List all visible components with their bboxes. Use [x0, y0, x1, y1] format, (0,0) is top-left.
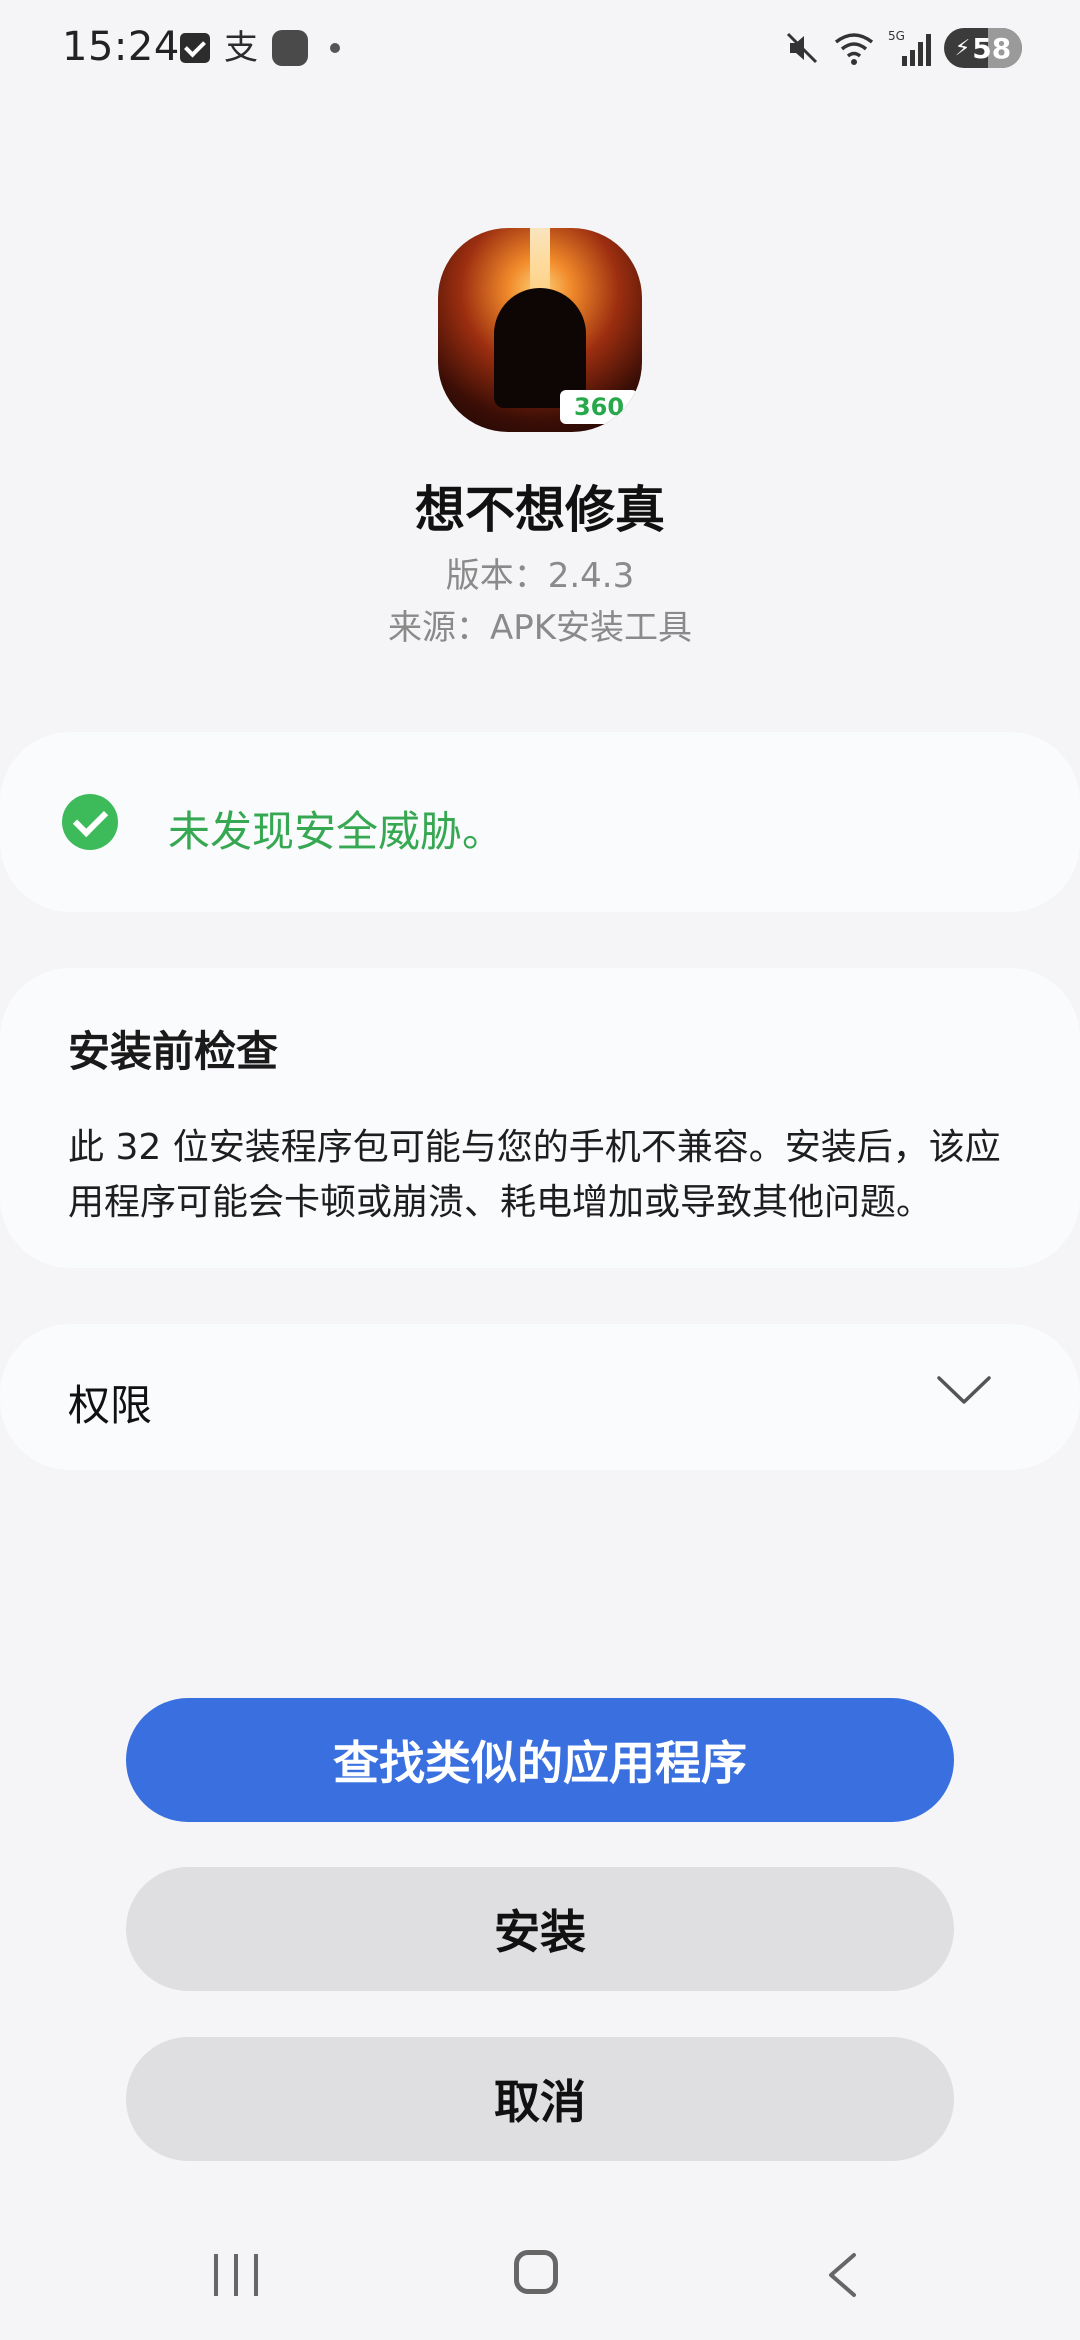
notification-icons: 支	[180, 30, 340, 66]
back-icon[interactable]	[826, 2252, 858, 2298]
permissions-label: 权限	[68, 1381, 153, 1430]
lightning-icon: ⚡	[954, 35, 971, 61]
cancel-button[interactable]: 取消	[126, 2037, 954, 2161]
find-similar-apps-button[interactable]: 查找类似的应用程序	[126, 1698, 954, 1822]
recent-apps-icon[interactable]	[214, 2254, 258, 2296]
app-name: 想不想修真	[415, 481, 665, 539]
status-time: 15:24	[62, 24, 180, 70]
battery-indicator: ⚡ 58	[944, 28, 1022, 68]
network-label: 5G	[888, 29, 905, 43]
permissions-expander[interactable]: 权限	[0, 1324, 1080, 1470]
app-icon-badge: 360	[560, 390, 638, 424]
battery-level: 58	[972, 31, 1012, 65]
app-notification-icon	[272, 30, 308, 66]
checkbox-icon	[180, 33, 210, 63]
security-card: 未发现安全威胁。	[0, 732, 1080, 912]
status-bar: 15:24 支 5G ⚡ 58	[0, 0, 1080, 100]
home-icon[interactable]	[514, 2250, 558, 2294]
system-icons: 5G ⚡ 58	[784, 28, 1022, 68]
app-version: 版本：2.4.3	[445, 556, 635, 596]
wifi-icon	[834, 33, 874, 65]
install-button[interactable]: 安装	[126, 1867, 954, 1991]
dot-icon	[330, 43, 340, 53]
chevron-down-icon[interactable]	[936, 1374, 992, 1406]
signal-5g-icon: 5G	[888, 29, 931, 66]
security-message: 未发现安全威胁。	[168, 807, 505, 856]
app-source: 来源：APK安装工具	[387, 608, 693, 648]
precheck-title: 安装前检查	[68, 1027, 279, 1076]
check-circle-icon	[62, 794, 118, 850]
app-icon: 360	[438, 228, 642, 432]
precheck-card: 安装前检查 此 32 位安装程序包可能与您的手机不兼容。安装后，该应用程序可能会…	[0, 968, 1080, 1268]
mute-icon	[786, 32, 818, 64]
precheck-body: 此 32 位安装程序包可能与您的手机不兼容。安装后，该应用程序可能会卡顿或崩溃、…	[68, 1127, 1001, 1223]
alipay-icon: 支	[224, 28, 258, 68]
navigation-bar	[0, 2230, 1080, 2320]
